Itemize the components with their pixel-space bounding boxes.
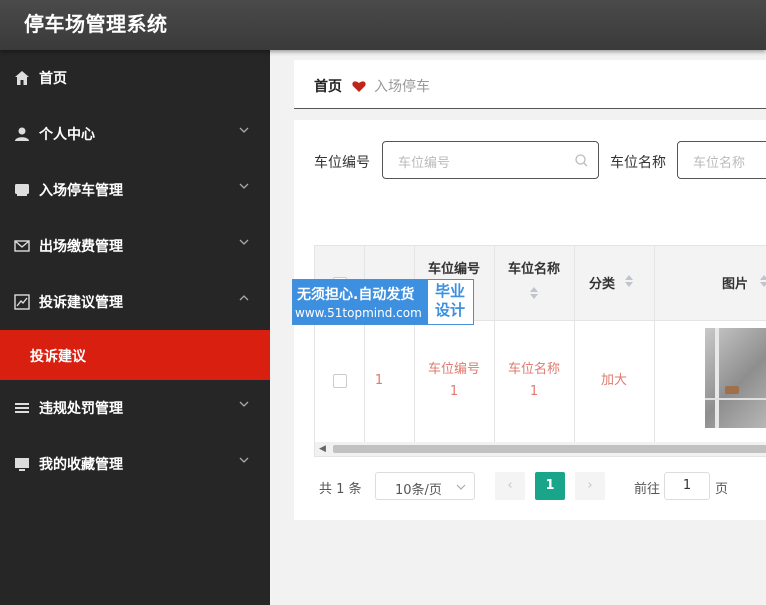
scrollbar-thumb[interactable] <box>333 445 766 453</box>
breadcrumb-current: 入场停车 <box>374 79 430 95</box>
watermark-right: 毕业 设计 <box>430 282 470 320</box>
chevron-down-icon <box>239 127 249 133</box>
heart-icon <box>352 81 366 92</box>
app-title: 停车场管理系统 <box>24 12 168 36</box>
page-size-value: 10条/页 <box>395 483 442 498</box>
sort-icon[interactable] <box>624 274 634 288</box>
search-input-code[interactable]: 车位编号 <box>382 141 599 179</box>
chevron-down-icon <box>239 183 249 189</box>
next-page-button[interactable]: › <box>575 472 605 500</box>
sidebar-item-label: 首页 <box>39 71 67 87</box>
header-name[interactable]: 车位名称 <box>494 258 574 277</box>
watermark-side1: 毕业 <box>434 282 465 300</box>
cell-name: 车位名称1 <box>507 362 560 399</box>
watermark-side2: 设计 <box>434 301 465 319</box>
cell-category: 加大 <box>600 373 627 388</box>
parking-photo[interactable] <box>705 328 766 428</box>
chevron-down-icon <box>239 401 249 407</box>
cell-code: 车位编号1 <box>427 362 480 399</box>
sidebar-item-home[interactable]: 首页 <box>0 50 270 106</box>
main-content: 首页 入场停车 车位编号 车位编号 车位名称 车位名称 序号 车位编号 车位名称 <box>270 50 766 605</box>
sidebar-item-label: 个人中心 <box>39 127 95 143</box>
column-divider <box>654 246 655 442</box>
goto-label: 前往 <box>634 482 661 497</box>
goto-page-input[interactable]: 1 <box>664 472 710 500</box>
header-code[interactable]: 车位编号 <box>414 258 494 277</box>
search-label-code: 车位编号 <box>314 155 370 171</box>
list-icon <box>15 403 29 413</box>
sidebar-item-favorites[interactable]: 我的收藏管理 <box>0 436 270 492</box>
sort-icon[interactable] <box>529 286 539 300</box>
breadcrumb-divider <box>294 108 766 109</box>
prev-page-button[interactable]: ‹ <box>495 472 525 500</box>
search-placeholder: 车位名称 <box>693 156 746 171</box>
search-placeholder: 车位编号 <box>398 156 451 171</box>
sort-icon[interactable] <box>759 274 766 288</box>
search-icon <box>575 154 588 167</box>
chevron-down-icon <box>239 239 249 245</box>
chevron-down-icon <box>456 484 466 490</box>
chevron-down-icon <box>239 457 249 463</box>
home-icon <box>15 71 29 85</box>
row-checkbox[interactable] <box>333 374 347 388</box>
sidebar-item-complaints[interactable]: 投诉建议管理 <box>0 274 270 330</box>
user-icon <box>15 127 29 141</box>
page-number-current[interactable]: 1 <box>535 472 565 500</box>
breadcrumb: 首页 入场停车 <box>294 60 766 109</box>
sidebar-item-label: 入场停车管理 <box>39 183 123 199</box>
header-image[interactable]: 图片 <box>715 273 755 292</box>
header-category[interactable]: 分类 <box>574 273 630 292</box>
pagination: 共 1 条 10条/页 ‹ 1 › 前往 1 页 <box>294 470 766 502</box>
sidebar-item-violations[interactable]: 违规处罚管理 <box>0 380 270 436</box>
sidebar-item-exit-payment[interactable]: 出场缴费管理 <box>0 218 270 274</box>
data-table: 序号 车位编号 车位名称 分类 图片 1 车位编号1 车位名称1 加大 ◀ <box>314 245 766 457</box>
breadcrumb-home[interactable]: 首页 <box>314 76 342 96</box>
scroll-left-icon[interactable]: ◀ <box>319 444 326 454</box>
total-count: 共 1 条 <box>319 482 362 497</box>
sidebar-item-label: 出场缴费管理 <box>39 239 123 255</box>
horizontal-scrollbar[interactable]: ◀ <box>315 442 766 456</box>
sidebar-item-entry-parking[interactable]: 入场停车管理 <box>0 162 270 218</box>
watermark-line1: 无须担心.自动发货 <box>297 287 415 303</box>
watermark-badge: 无须担心.自动发货 www.51topmind.com 毕业 设计 <box>292 279 474 325</box>
chevron-up-icon <box>239 295 249 301</box>
sidebar-item-label: 投诉建议管理 <box>39 295 123 311</box>
page-suffix: 页 <box>715 482 729 497</box>
sidebar-item-label: 我的收藏管理 <box>39 457 123 473</box>
monitor-icon <box>15 458 29 471</box>
sidebar-item-personal-center[interactable]: 个人中心 <box>0 106 270 162</box>
car-icon <box>15 184 29 196</box>
top-bar: 停车场管理系统 <box>0 0 766 50</box>
page-size-select[interactable]: 10条/页 <box>375 472 475 500</box>
sidebar-item-label: 违规处罚管理 <box>39 401 123 417</box>
chart-icon <box>14 294 30 310</box>
watermark-line2: www.51topmind.com <box>295 306 422 320</box>
search-label-name: 车位名称 <box>610 155 666 171</box>
watermark-left: 无须担心.自动发货 www.51topmind.com <box>293 280 428 324</box>
search-input-name[interactable]: 车位名称 <box>677 141 766 179</box>
sidebar: 首页 个人中心 入场停车管理 出场缴费管理 投诉建议管理 投诉建议 违规处罚管理… <box>0 50 270 605</box>
sidebar-subitem-label: 投诉建议 <box>30 349 86 365</box>
mail-icon <box>14 240 30 252</box>
sidebar-subitem-complaints[interactable]: 投诉建议 <box>0 330 270 380</box>
cell-index: 1 <box>374 373 384 388</box>
